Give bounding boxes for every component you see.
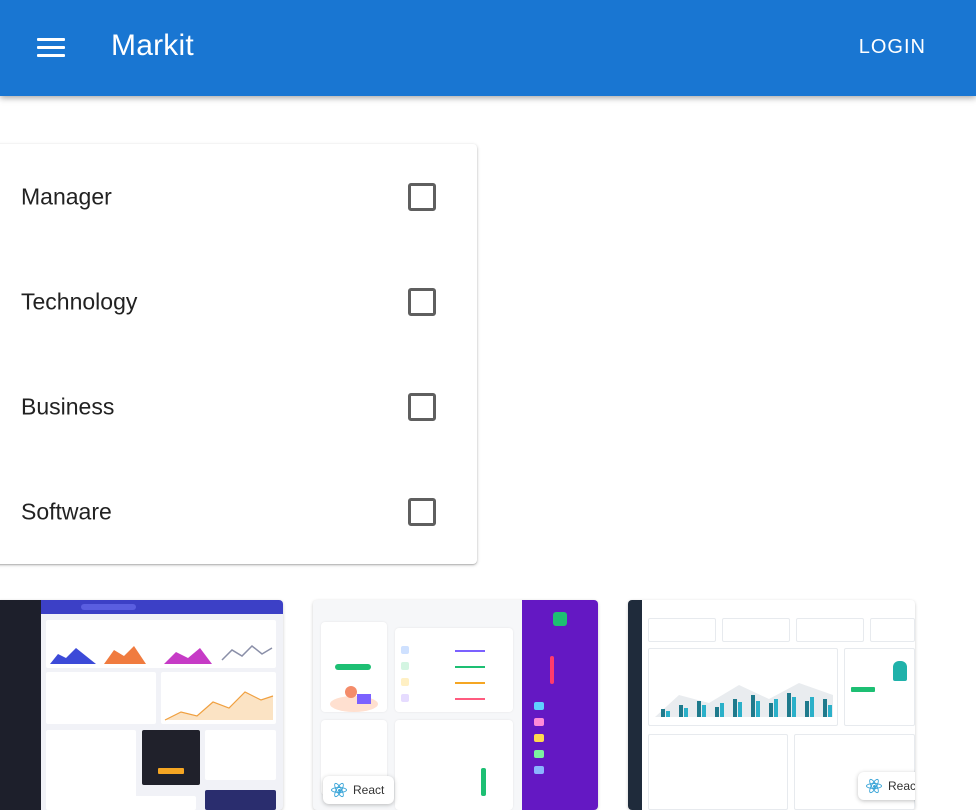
thumb-card — [321, 622, 387, 712]
react-badge-label: Reac — [888, 779, 915, 793]
thumb-card — [142, 730, 200, 785]
thumb-card — [796, 618, 864, 642]
thumb-card — [46, 796, 196, 810]
thumb-card — [205, 730, 276, 780]
thumb-search — [81, 604, 136, 610]
thumb-topbar — [41, 600, 283, 614]
react-badge: Reac — [858, 772, 915, 800]
thumb-sidebar — [0, 600, 41, 810]
app-bar: Markit LOGIN — [0, 0, 976, 96]
thumb-mini-charts — [50, 644, 273, 664]
thumb-purple-panel — [522, 600, 598, 810]
thumb-card — [161, 672, 276, 724]
login-button[interactable]: LOGIN — [859, 36, 926, 59]
filter-checkbox[interactable] — [408, 182, 436, 211]
thumb-sidebar — [628, 600, 642, 810]
filter-item-software[interactable]: Software — [0, 459, 477, 564]
react-badge: React — [323, 776, 395, 804]
thumb-card — [395, 720, 513, 810]
filter-label: Software — [21, 498, 112, 524]
filter-item-technology[interactable]: Technology — [0, 249, 477, 354]
thumb-card — [648, 734, 788, 810]
category-filter-card: Manager Technology Business Software — [0, 144, 477, 564]
thumbnail-crypto-dashboard[interactable] — [0, 600, 283, 810]
filter-label: Technology — [21, 288, 138, 314]
filter-label: Business — [21, 393, 115, 419]
thumb-bar-chart — [655, 683, 833, 717]
thumb-card — [205, 790, 276, 810]
app-title: Markit — [111, 29, 194, 62]
thumb-card — [870, 618, 915, 642]
thumb-card — [648, 648, 838, 726]
menu-button[interactable] — [26, 23, 76, 73]
react-icon — [866, 777, 882, 795]
thumb-card — [648, 618, 716, 642]
thumb-card — [395, 628, 513, 712]
thumb-card — [844, 648, 915, 726]
thumb-card — [46, 672, 156, 724]
template-thumbnails: React Reac — [0, 600, 976, 810]
thumb-card — [46, 730, 136, 805]
thumb-area-chart — [164, 691, 274, 721]
hamburger-icon — [37, 38, 65, 58]
react-badge-label: React — [353, 783, 385, 797]
thumb-illustration — [330, 686, 378, 712]
thumb-card — [722, 618, 790, 642]
filter-checkbox[interactable] — [408, 392, 436, 421]
filter-item-business[interactable]: Business — [0, 354, 477, 459]
react-icon — [331, 781, 347, 799]
filter-checkbox[interactable] — [408, 287, 436, 316]
filter-label: Manager — [21, 183, 112, 209]
filter-item-manager[interactable]: Manager — [0, 144, 477, 249]
thumbnail-analytics-dashboard[interactable]: Reac — [628, 600, 915, 810]
filter-checkbox[interactable] — [408, 497, 436, 526]
thumbnail-start-mobile-app[interactable]: React — [313, 600, 598, 810]
thumb-card — [46, 620, 276, 668]
